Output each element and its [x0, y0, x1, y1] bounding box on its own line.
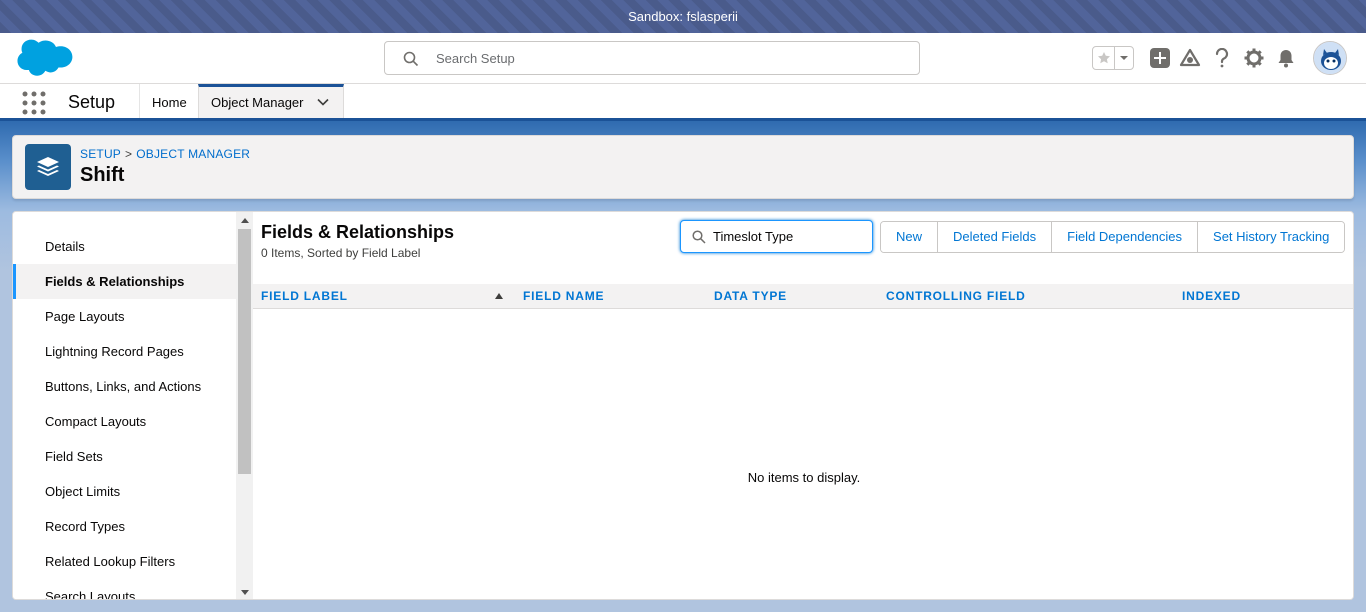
- search-setup-input[interactable]: [436, 42, 906, 74]
- sort-ascending-icon[interactable]: [495, 292, 503, 300]
- field-dependencies-button[interactable]: Field Dependencies: [1052, 222, 1199, 252]
- sidebar-item-buttons-links-actions[interactable]: Buttons, Links, and Actions: [13, 369, 237, 404]
- column-data-type[interactable]: DATA TYPE: [714, 284, 787, 309]
- sidebar-item-object-limits[interactable]: Object Limits: [13, 474, 237, 509]
- user-avatar[interactable]: [1313, 41, 1347, 75]
- scroll-up-arrow-icon[interactable]: [236, 212, 253, 229]
- sidebar-item-lightning-record-pages[interactable]: Lightning Record Pages: [13, 334, 237, 369]
- setup-search[interactable]: [384, 41, 920, 75]
- scrollbar-thumb[interactable]: [238, 229, 251, 474]
- fields-relationships-content: Fields & Relationships 0 Items, Sorted b…: [253, 212, 1353, 599]
- breadcrumb: SETUP > OBJECT MANAGER: [80, 147, 250, 161]
- new-button[interactable]: New: [881, 222, 939, 252]
- breadcrumb-object-manager[interactable]: OBJECT MANAGER: [136, 147, 250, 161]
- setup-gear-icon[interactable]: [1243, 47, 1265, 69]
- object-sidebar: Details Fields & Relationships Page Layo…: [13, 212, 237, 599]
- sandbox-banner: Sandbox: fslasperii: [0, 0, 1366, 33]
- trailhead-guidance-icon[interactable]: [1179, 47, 1201, 69]
- quick-find[interactable]: [680, 220, 873, 253]
- main-panel: Details Fields & Relationships Page Layo…: [12, 211, 1354, 600]
- action-button-group: New Deleted Fields Field Dependencies Se…: [880, 221, 1346, 253]
- app-launcher-icon[interactable]: [22, 91, 46, 115]
- global-header: [0, 33, 1366, 84]
- app-navigation-bar: Setup Home Object Manager: [0, 84, 1366, 121]
- help-icon[interactable]: [1211, 47, 1233, 69]
- sidebar-item-search-layouts[interactable]: Search Layouts: [13, 579, 237, 599]
- sidebar-item-details[interactable]: Details: [13, 229, 237, 264]
- table-header: FIELD LABEL FIELD NAME DATA TYPE CONTROL…: [253, 284, 1353, 309]
- breadcrumb-setup[interactable]: SETUP: [80, 147, 121, 161]
- sidebar-item-related-lookup-filters[interactable]: Related Lookup Filters: [13, 544, 237, 579]
- search-icon: [692, 230, 706, 244]
- empty-state-message: No items to display.: [747, 470, 861, 485]
- breadcrumb-separator: >: [125, 147, 133, 161]
- deleted-fields-button[interactable]: Deleted Fields: [938, 222, 1053, 252]
- object-layers-icon: [25, 144, 71, 190]
- column-indexed[interactable]: INDEXED: [1182, 284, 1241, 309]
- app-name: Setup: [68, 92, 116, 112]
- page-title: Shift: [80, 164, 125, 186]
- favorite-star-icon[interactable]: [1093, 47, 1115, 69]
- column-field-label[interactable]: FIELD LABEL: [261, 284, 348, 309]
- sidebar-item-record-types[interactable]: Record Types: [13, 509, 237, 544]
- search-icon: [403, 51, 419, 67]
- favorites-control[interactable]: [1092, 46, 1134, 70]
- tab-object-manager[interactable]: Object Manager: [198, 84, 344, 118]
- notifications-bell-icon[interactable]: [1275, 47, 1297, 69]
- global-actions-add-icon[interactable]: [1149, 47, 1171, 69]
- object-page-header: SETUP > OBJECT MANAGER Shift: [12, 135, 1354, 199]
- sidebar-scrollbar[interactable]: [236, 212, 253, 599]
- sidebar-item-page-layouts[interactable]: Page Layouts: [13, 299, 237, 334]
- scroll-down-arrow-icon[interactable]: [236, 584, 253, 599]
- tab-home[interactable]: Home: [139, 84, 199, 118]
- set-history-tracking-button[interactable]: Set History Tracking: [1198, 222, 1345, 252]
- items-count-subtitle: 0 Items, Sorted by Field Label: [261, 246, 421, 260]
- section-title: Fields & Relationships: [261, 222, 455, 242]
- chevron-down-icon[interactable]: [317, 96, 329, 108]
- quick-find-input[interactable]: [713, 221, 863, 252]
- sidebar-item-fields-relationships[interactable]: Fields & Relationships: [13, 264, 237, 299]
- sidebar-item-field-sets[interactable]: Field Sets: [13, 439, 237, 474]
- favorites-dropdown-icon[interactable]: [1115, 47, 1133, 69]
- tab-object-manager-label: Object Manager: [211, 95, 304, 110]
- salesforce-logo-icon[interactable]: [15, 38, 75, 80]
- sidebar-item-compact-layouts[interactable]: Compact Layouts: [13, 404, 237, 439]
- column-controlling-field[interactable]: CONTROLLING FIELD: [886, 284, 1026, 309]
- column-field-name[interactable]: FIELD NAME: [523, 284, 604, 309]
